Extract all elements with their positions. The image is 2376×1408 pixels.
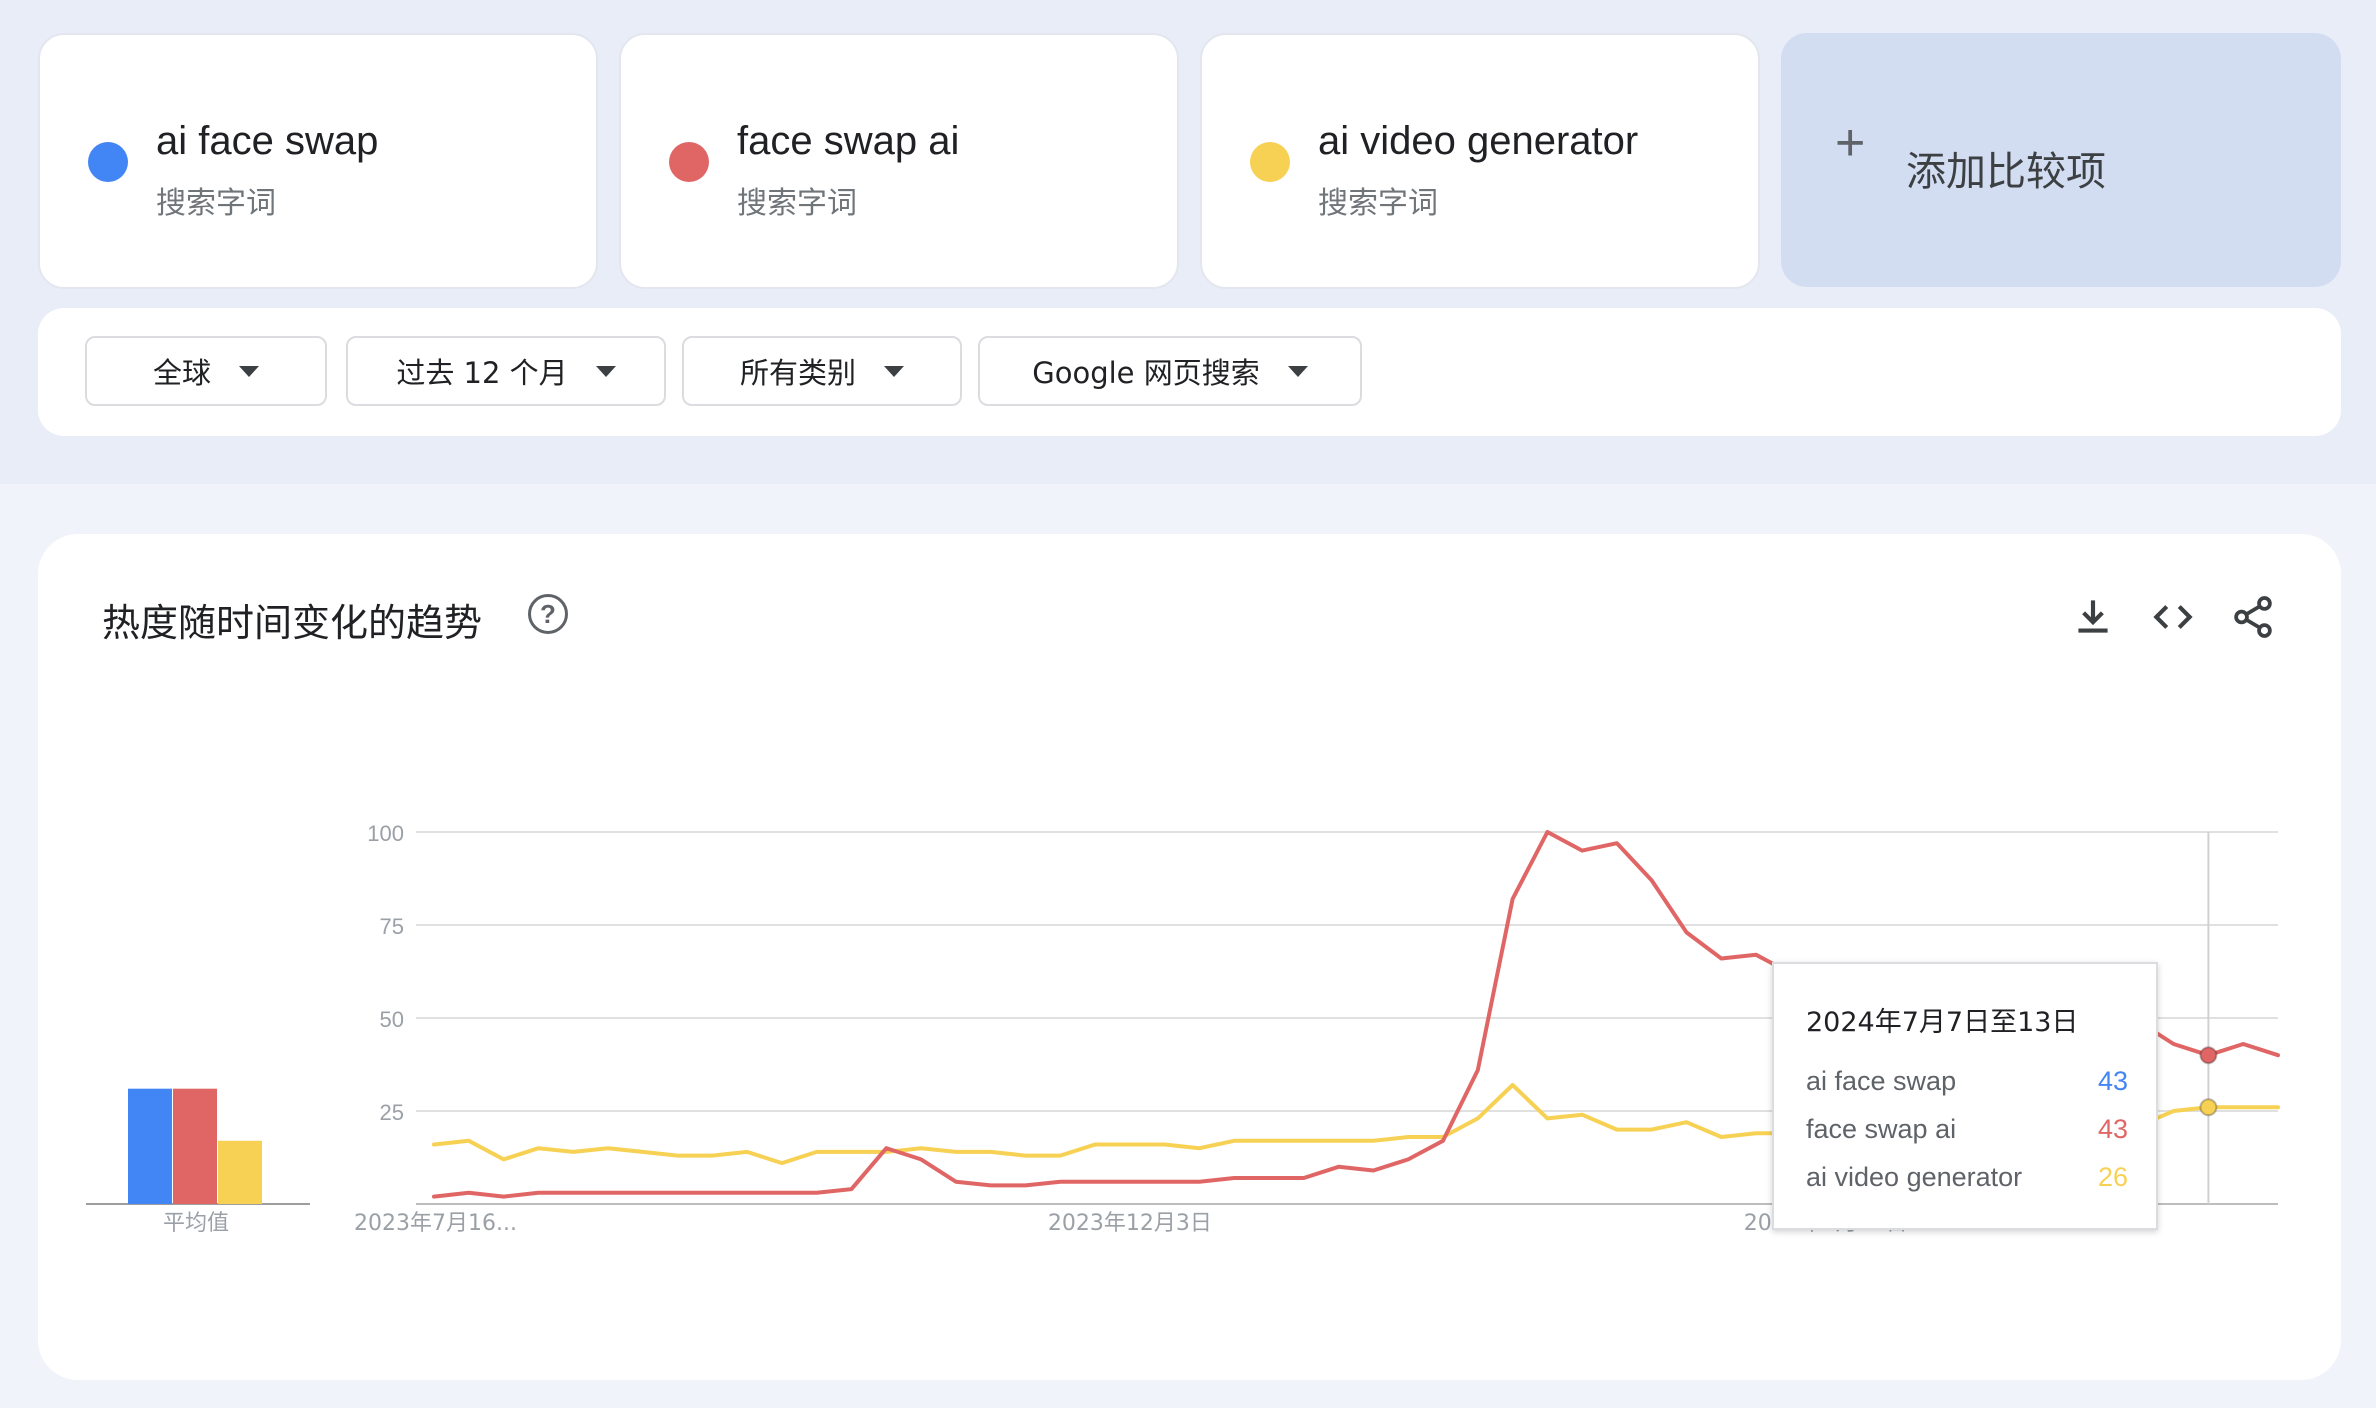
region-label: 全球 xyxy=(152,356,211,390)
interest-over-time-card: 热度随时间变化的趋势 ? 平均值 100 75 50 25 2023年7月16... 20… xyxy=(38,534,2341,1380)
add-comparison-label: 添加比较项 xyxy=(1906,149,2106,195)
average-bar xyxy=(173,1088,217,1204)
caret-down-icon xyxy=(884,365,904,377)
tooltip-row: face swap ai 43 xyxy=(1806,1114,2128,1145)
term-name: ai video generator xyxy=(1318,119,1639,163)
axis-ticks: 1007550252023年7月16...2023年12月3日2024年4月21… xyxy=(354,821,1908,1236)
region-dropdown[interactable]: 全球 xyxy=(85,336,327,406)
average-bar xyxy=(218,1140,262,1204)
hover-point xyxy=(2199,1098,2218,1117)
x-tick-label: 2023年12月3日 xyxy=(1048,1211,1212,1236)
chart-tooltip: 2024年7月7日至13日 ai face swap 43 face swap … xyxy=(1772,962,2158,1230)
x-tick-label: 2023年7月16... xyxy=(354,1211,517,1236)
tooltip-term: ai face swap xyxy=(1806,1066,1957,1096)
y-tick-label: 100 xyxy=(367,821,404,846)
term-type: 搜索字词 xyxy=(737,186,857,221)
search-type-label: Google 网页搜索 xyxy=(1032,356,1260,390)
average-bars: 平均值 xyxy=(86,1088,310,1236)
category-label: 所有类别 xyxy=(739,356,856,390)
time-range-label: 过去 12 个月 xyxy=(396,356,568,390)
add-comparison-button[interactable]: + 添加比较项 xyxy=(1781,33,2341,287)
y-tick-label: 25 xyxy=(380,1100,404,1125)
plus-icon: + xyxy=(1835,114,1866,172)
average-label: 平均值 xyxy=(163,1211,229,1236)
term-type: 搜索字词 xyxy=(156,186,276,221)
term-color-dot xyxy=(669,142,709,182)
average-bar xyxy=(128,1088,172,1204)
term-type: 搜索字词 xyxy=(1318,186,1438,221)
term-name: face swap ai xyxy=(737,119,960,163)
hover-point xyxy=(2199,1046,2218,1065)
tooltip-row: ai video generator 26 xyxy=(1806,1162,2128,1193)
tooltip-value: 43 xyxy=(2097,1066,2128,1096)
term-card-ai-video-generator[interactable]: ai video generator 搜索字词 xyxy=(1200,33,1760,289)
tooltip-term: ai video generator xyxy=(1806,1162,2023,1192)
term-color-dot xyxy=(88,142,128,182)
tooltip-date: 2024年7月7日至13日 xyxy=(1806,1007,2079,1038)
search-type-dropdown[interactable]: Google 网页搜索 xyxy=(978,336,1362,406)
tooltip-value: 43 xyxy=(2097,1114,2128,1144)
interest-chart: 平均值 100 75 50 25 2023年7月16... 2023年12月3日 2024年… xyxy=(86,821,2280,1236)
caret-down-icon xyxy=(595,365,616,377)
caret-down-icon xyxy=(1287,365,1308,377)
caret-down-icon xyxy=(239,365,259,377)
time-range-dropdown[interactable]: 过去 12 个月 xyxy=(346,336,666,406)
filter-bar: 全球 过去 12 个月 所有类别 Google 网页搜索 xyxy=(38,308,2341,436)
y-tick-label: 50 xyxy=(380,1007,404,1032)
term-color-dot xyxy=(1250,142,1290,182)
tooltip-row: ai face swap 43 xyxy=(1806,1066,2128,1097)
term-card-ai-face-swap[interactable]: ai face swap 搜索字词 xyxy=(38,33,598,289)
term-name: ai face swap xyxy=(156,119,379,163)
tooltip-term: face swap ai xyxy=(1806,1114,1957,1144)
category-dropdown[interactable]: 所有类别 xyxy=(682,336,962,406)
tooltip-value: 26 xyxy=(2097,1162,2128,1192)
term-card-face-swap-ai[interactable]: face swap ai 搜索字词 xyxy=(619,33,1179,289)
y-tick-label: 75 xyxy=(380,914,404,939)
